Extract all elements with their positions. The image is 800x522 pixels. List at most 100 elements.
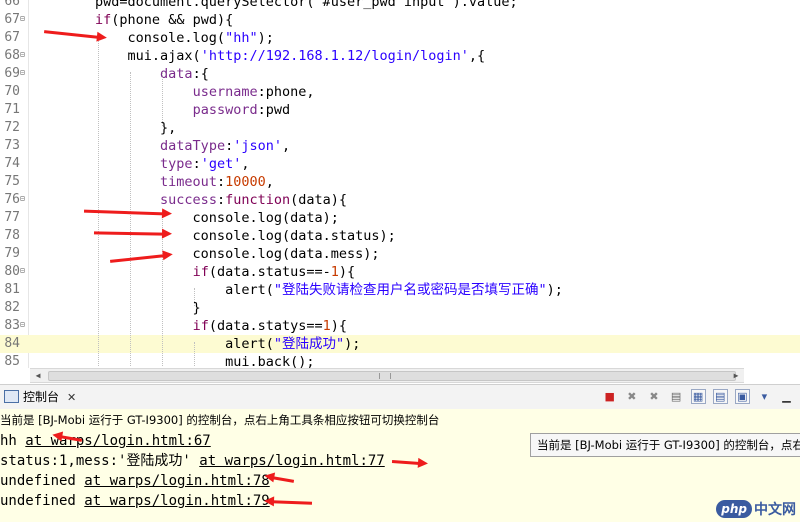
line-number: 68	[4, 48, 20, 63]
code-line[interactable]: 83 ⊟ if(data.statys==1){	[0, 317, 800, 335]
code-line[interactable]: 80 ⊟ if(data.status==-1){	[0, 263, 800, 281]
line-number: 76	[4, 192, 20, 207]
watermark-php: php	[716, 499, 752, 518]
code-line[interactable]: 75 timeout:10000,	[0, 173, 800, 191]
close-tab-icon[interactable]: ✕	[67, 391, 76, 404]
line-number: 72	[4, 120, 20, 135]
line-number: 77	[4, 210, 20, 225]
code-token: function	[225, 192, 291, 208]
line-number: 73	[4, 138, 20, 153]
code-token: ,	[241, 156, 250, 172]
code-token: pwd=document.querySelector('#user_pwd in…	[30, 0, 518, 10]
watermark-text: 中文网	[754, 501, 796, 518]
code-token: :	[216, 174, 226, 190]
code-text: if(data.status==-1){	[30, 263, 356, 281]
minimize-icon[interactable]: ▁	[779, 389, 794, 404]
console-tab[interactable]: 控制台 ✕	[0, 387, 76, 407]
source-link[interactable]: at warps/login.html:77	[199, 453, 384, 469]
code-line[interactable]: 71 password:pwd	[0, 101, 800, 119]
indent-guide	[162, 72, 163, 126]
code-text: type:'get',	[30, 155, 249, 173]
line-number: 67	[4, 12, 20, 27]
line-number: 70	[4, 84, 20, 99]
code-line[interactable]: 73 dataType:'json',	[0, 137, 800, 155]
remove-launch-icon[interactable]: ✖	[624, 389, 639, 404]
console-icon	[4, 390, 19, 403]
console-output[interactable]: 当前是 [BJ-Mobi 运行于 GT-I9300] 的控制台，点右上角工具条相…	[0, 409, 800, 522]
code-token: 10000	[225, 174, 266, 190]
code-line[interactable]: 85 mui.back();	[0, 353, 800, 368]
fold-toggle-icon[interactable]: ⊟	[20, 69, 27, 77]
indent-guide	[98, 36, 99, 366]
code-token: (data.status==-	[208, 264, 331, 280]
code-token: 'json'	[233, 138, 282, 154]
code-token: ,	[282, 138, 291, 154]
code-line[interactable]: 74 type:'get',	[0, 155, 800, 173]
code-line[interactable]: 66 pwd=document.querySelector('#user_pwd…	[0, 0, 800, 11]
stop-icon[interactable]: ■	[602, 389, 617, 404]
scroll-lock-icon[interactable]: ▦	[690, 389, 706, 404]
code-token: alert(	[30, 282, 274, 298]
code-text: pwd=document.querySelector('#user_pwd in…	[30, 0, 518, 11]
console-line-text: hh	[0, 433, 26, 449]
code-token: );	[257, 30, 274, 46]
line-number: 71	[4, 102, 20, 117]
console-line-text: undefined	[0, 473, 85, 489]
code-token: :phone,	[257, 84, 315, 100]
code-text: username:phone,	[30, 83, 315, 101]
pin-console-icon[interactable]: ▤	[712, 389, 728, 404]
code-line[interactable]: 76 ⊟ success:function(data){	[0, 191, 800, 209]
clear-console-icon[interactable]: ▤	[669, 389, 684, 404]
console-line-text: status:1,mess:'登陆成功'	[0, 453, 200, 469]
remove-all-icon[interactable]: ✖	[646, 389, 661, 404]
line-number: 75	[4, 174, 20, 189]
open-console-icon[interactable]: ▾	[757, 389, 772, 404]
code-line[interactable]: 67 console.log("hh");	[0, 29, 800, 47]
code-line[interactable]: 67 ⊟ if(phone && pwd){	[0, 11, 800, 29]
code-token: ,{	[468, 48, 486, 64]
code-token: :	[216, 192, 226, 208]
code-token: },	[30, 120, 177, 136]
code-token: 1	[330, 264, 339, 280]
code-line[interactable]: 68 ⊟ mui.ajax('http://192.168.1.12/login/…	[0, 47, 800, 65]
scroll-left-icon[interactable]: ◀	[32, 370, 44, 381]
scrollbar-thumb[interactable]	[48, 371, 736, 381]
code-token: if	[192, 264, 209, 280]
code-line[interactable]: 72 },	[0, 119, 800, 137]
fold-toggle-icon[interactable]: ⊟	[20, 51, 27, 59]
code-token: success	[160, 192, 217, 208]
scroll-right-icon[interactable]: ▶	[730, 370, 742, 381]
code-token: type	[160, 156, 193, 172]
source-link[interactable]: at warps/login.html:79	[84, 493, 269, 509]
display-selected-console-icon[interactable]: ▣	[734, 389, 750, 404]
code-token: data	[160, 66, 193, 82]
code-token: mui.back();	[30, 354, 315, 368]
fold-toggle-icon[interactable]: ⊟	[20, 267, 27, 275]
code-line[interactable]: 70 username:phone,	[0, 83, 800, 101]
code-line[interactable]: 82 }	[0, 299, 800, 317]
horizontal-scrollbar[interactable]: ◀ ▶	[30, 368, 744, 383]
code-text: success:function(data){	[30, 191, 347, 209]
line-number: 80	[4, 264, 20, 279]
code-editor[interactable]: 66 pwd=document.querySelector('#user_pwd…	[0, 0, 800, 368]
code-token: username	[192, 84, 258, 100]
fold-toggle-icon[interactable]: ⊟	[20, 195, 27, 203]
fold-toggle-icon[interactable]: ⊟	[20, 321, 27, 329]
code-token: ,	[265, 174, 274, 190]
watermark-logo: php 中文网	[716, 498, 796, 520]
code-token: (data){	[290, 192, 348, 208]
source-link[interactable]: at warps/login.html:78	[84, 473, 269, 489]
code-line[interactable]: 81 alert("登陆失败请检查用户名或密码是否填写正确");	[0, 281, 800, 299]
console-toolbar: ■ ✖ ✖ ▤ ▦ ▤ ▣ ▾ ▁	[600, 389, 794, 405]
code-line[interactable]: 69 ⊟ data:{	[0, 65, 800, 83]
scrollbar-grip	[379, 373, 391, 379]
fold-toggle-icon[interactable]: ⊟	[20, 15, 27, 23]
line-number: 67	[4, 30, 20, 45]
code-line[interactable]: 78 console.log(data.status);	[0, 227, 800, 245]
code-line[interactable]: 84 alert("登陆成功");	[0, 335, 800, 353]
code-token: "登陆成功"	[273, 336, 345, 352]
